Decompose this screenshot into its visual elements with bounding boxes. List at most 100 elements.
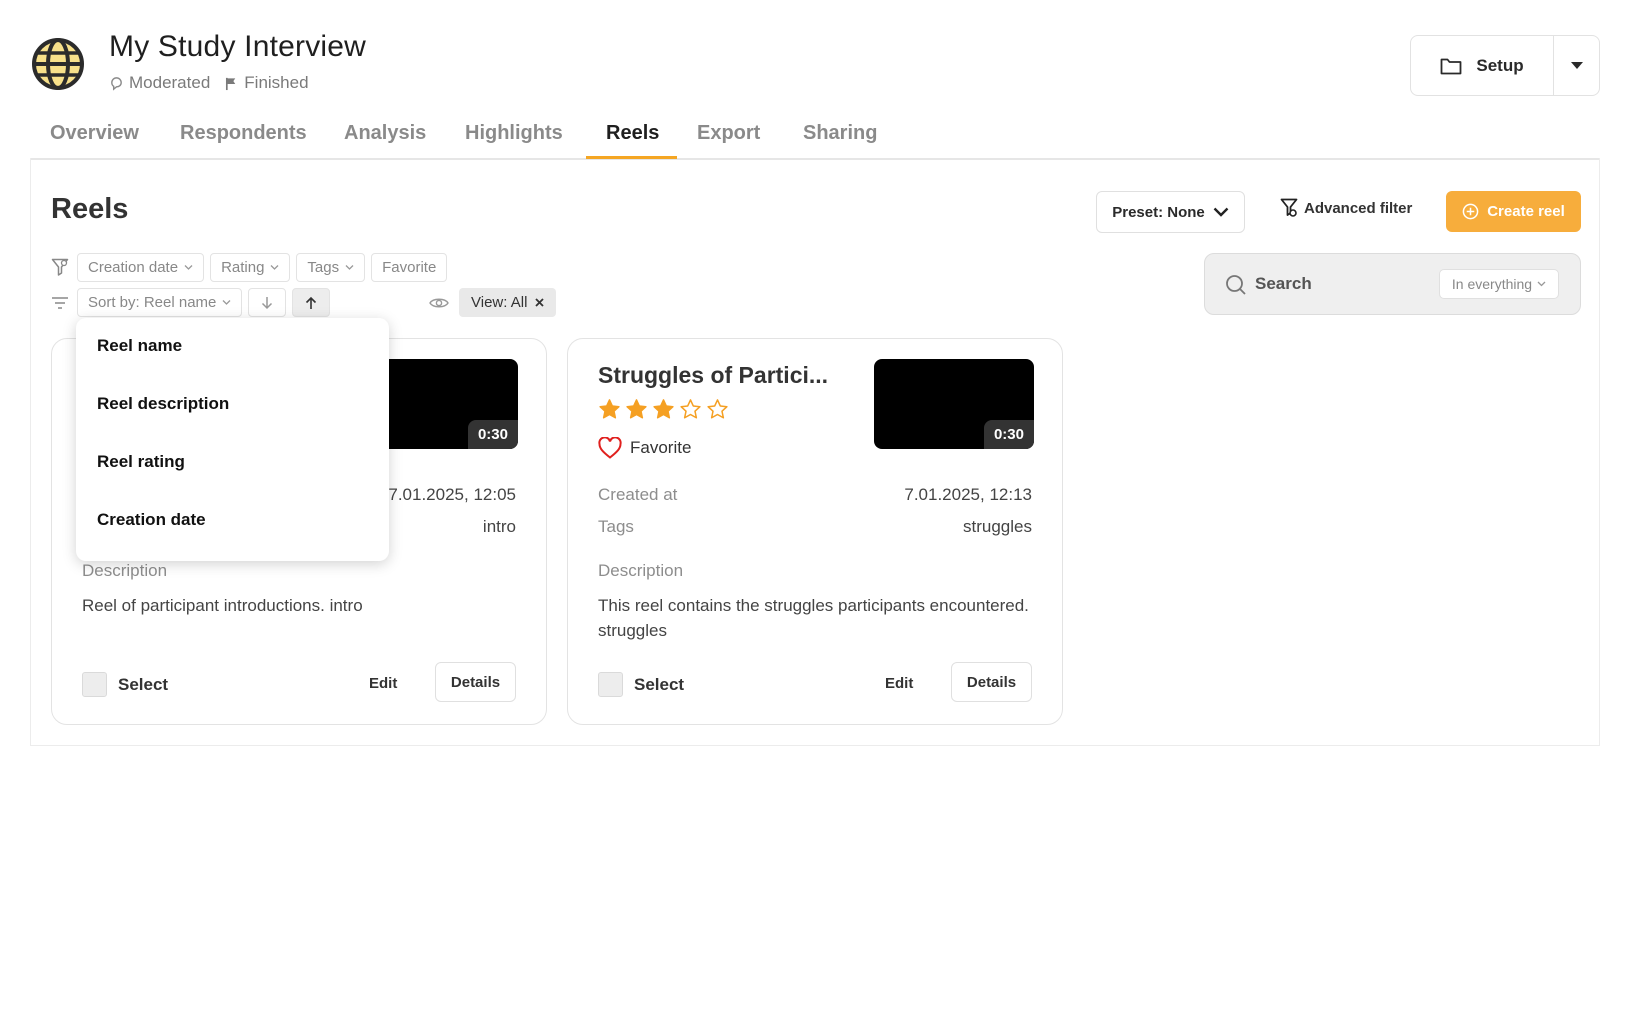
filter-creation-date-label: Creation date	[88, 259, 179, 276]
sort-lines-icon	[52, 296, 68, 309]
reel-card: Struggles of Partici... 0:30 Favorite Cr…	[567, 338, 1063, 725]
filter-icon	[51, 258, 69, 276]
advanced-filter-icon	[1280, 198, 1298, 217]
filter-tags[interactable]: Tags	[296, 253, 366, 282]
favorite-toggle[interactable]: Favorite	[598, 437, 691, 459]
details-button[interactable]: Details	[435, 662, 516, 702]
search-icon	[1226, 275, 1246, 295]
finished-label: Finished	[244, 73, 309, 92]
setup-button-group: Setup	[1410, 35, 1600, 96]
filter-row: Creation date Rating Tags Favorite	[51, 253, 448, 282]
tab-overview[interactable]: Overview	[50, 122, 139, 157]
sort-descending-button[interactable]	[248, 288, 287, 317]
search-input[interactable]: Search	[1255, 274, 1312, 294]
star-filled-icon[interactable]	[598, 398, 621, 421]
created-at-label: Created at	[598, 485, 678, 504]
tab-sharing[interactable]: Sharing	[803, 122, 877, 157]
globe-logo-icon	[32, 38, 84, 90]
sort-option-reel-description[interactable]: Reel description	[97, 394, 229, 414]
tab-analysis[interactable]: Analysis	[344, 122, 426, 157]
study-meta: Moderated Finished	[109, 73, 309, 93]
description-text: This reel contains the struggles partici…	[598, 596, 1029, 640]
star-filled-icon[interactable]	[625, 398, 648, 421]
edit-button[interactable]: Edit	[369, 669, 397, 698]
eye-icon	[429, 298, 449, 307]
reel-thumbnail[interactable]: 0:30	[874, 359, 1034, 449]
tab-respondents[interactable]: Respondents	[180, 122, 307, 157]
tab-highlights[interactable]: Highlights	[465, 122, 563, 157]
checkbox[interactable]	[82, 672, 107, 697]
sort-option-reel-name[interactable]: Reel name	[97, 336, 182, 356]
advanced-filter-button[interactable]: Advanced filter	[1280, 198, 1412, 218]
close-icon[interactable]	[535, 298, 545, 307]
study-title: My Study Interview	[109, 30, 367, 63]
chevron-down-icon	[184, 265, 193, 270]
tab-reels[interactable]: Reels	[606, 122, 659, 157]
sort-by-menu: Reel name Reel description Reel rating C…	[76, 318, 389, 561]
arrow-up-icon	[306, 296, 317, 309]
moderated-status: Moderated	[109, 73, 210, 93]
sort-by-dropdown[interactable]: Sort by: Reel name	[77, 288, 243, 317]
search-scope-label: In everything	[1451, 276, 1533, 292]
chevron-down-icon	[345, 265, 354, 270]
filter-favorite[interactable]: Favorite	[371, 253, 448, 282]
preset-label: Preset: None	[1112, 203, 1205, 221]
edit-button[interactable]: Edit	[885, 669, 913, 698]
tab-bar: Overview Respondents Analysis Highlights…	[30, 112, 1600, 160]
checkbox[interactable]	[598, 672, 623, 697]
sort-by-label: Sort by: Reel name	[88, 294, 217, 311]
finished-status: Finished	[224, 73, 309, 93]
chevron-down-icon	[270, 265, 279, 270]
sort-ascending-button[interactable]	[292, 288, 331, 317]
flag-icon	[226, 77, 236, 90]
star-empty-icon[interactable]	[706, 398, 729, 421]
search-scope-select[interactable]: In everything	[1439, 269, 1559, 299]
favorite-label: Favorite	[630, 438, 692, 457]
caret-down-icon	[1570, 61, 1583, 69]
filter-tags-label: Tags	[307, 259, 340, 276]
select-checkbox[interactable]: Select	[598, 672, 684, 697]
setup-dropdown-button[interactable]	[1554, 36, 1599, 95]
tab-export[interactable]: Export	[697, 122, 760, 157]
tags-value: intro	[482, 517, 516, 536]
description-text: Reel of participant introductions. intro	[82, 596, 363, 615]
setup-button[interactable]: Setup	[1411, 36, 1554, 95]
reel-duration: 0:30	[467, 420, 518, 449]
filter-favorite-label: Favorite	[382, 259, 437, 276]
filter-rating[interactable]: Rating	[210, 253, 291, 282]
page-title: Reels	[51, 193, 129, 225]
create-reel-button[interactable]: Create reel	[1446, 191, 1581, 232]
advanced-filter-label: Advanced filter	[1304, 199, 1413, 217]
view-filter-chip[interactable]: View: All	[459, 288, 557, 317]
search-box[interactable]: Search In everything	[1204, 253, 1581, 315]
arrow-down-icon	[262, 296, 273, 309]
reel-title[interactable]: Struggles of Partici...	[598, 362, 828, 389]
filter-rating-label: Rating	[221, 259, 265, 276]
tags-value: struggles	[963, 517, 1032, 536]
create-reel-label: Create reel	[1487, 203, 1565, 220]
view-row: View: All	[429, 288, 557, 317]
setup-label: Setup	[1476, 55, 1524, 75]
select-label: Select	[634, 674, 685, 694]
moderated-icon	[111, 76, 122, 91]
chevron-down-icon	[1213, 207, 1229, 217]
star-rating[interactable]	[598, 398, 729, 421]
star-empty-icon[interactable]	[679, 398, 702, 421]
select-checkbox[interactable]: Select	[82, 672, 168, 697]
view-filter-label: View: All	[471, 294, 528, 311]
preset-dropdown[interactable]: Preset: None	[1096, 191, 1245, 233]
reel-duration: 0:30	[983, 420, 1034, 449]
sort-option-reel-rating[interactable]: Reel rating	[97, 452, 185, 472]
star-filled-icon[interactable]	[652, 398, 675, 421]
details-button[interactable]: Details	[951, 662, 1032, 702]
heart-icon	[598, 437, 622, 459]
created-at-value: 7.01.2025, 12:13	[904, 485, 1032, 504]
plus-circle-icon	[1462, 203, 1479, 220]
chevron-down-icon	[1537, 281, 1546, 287]
select-label: Select	[118, 674, 169, 694]
description-label: Description	[598, 561, 684, 580]
filter-creation-date[interactable]: Creation date	[77, 253, 205, 282]
created-at-value: 7.01.2025, 12:05	[388, 485, 516, 504]
folder-icon	[1440, 58, 1462, 74]
sort-option-creation-date[interactable]: Creation date	[97, 510, 206, 530]
